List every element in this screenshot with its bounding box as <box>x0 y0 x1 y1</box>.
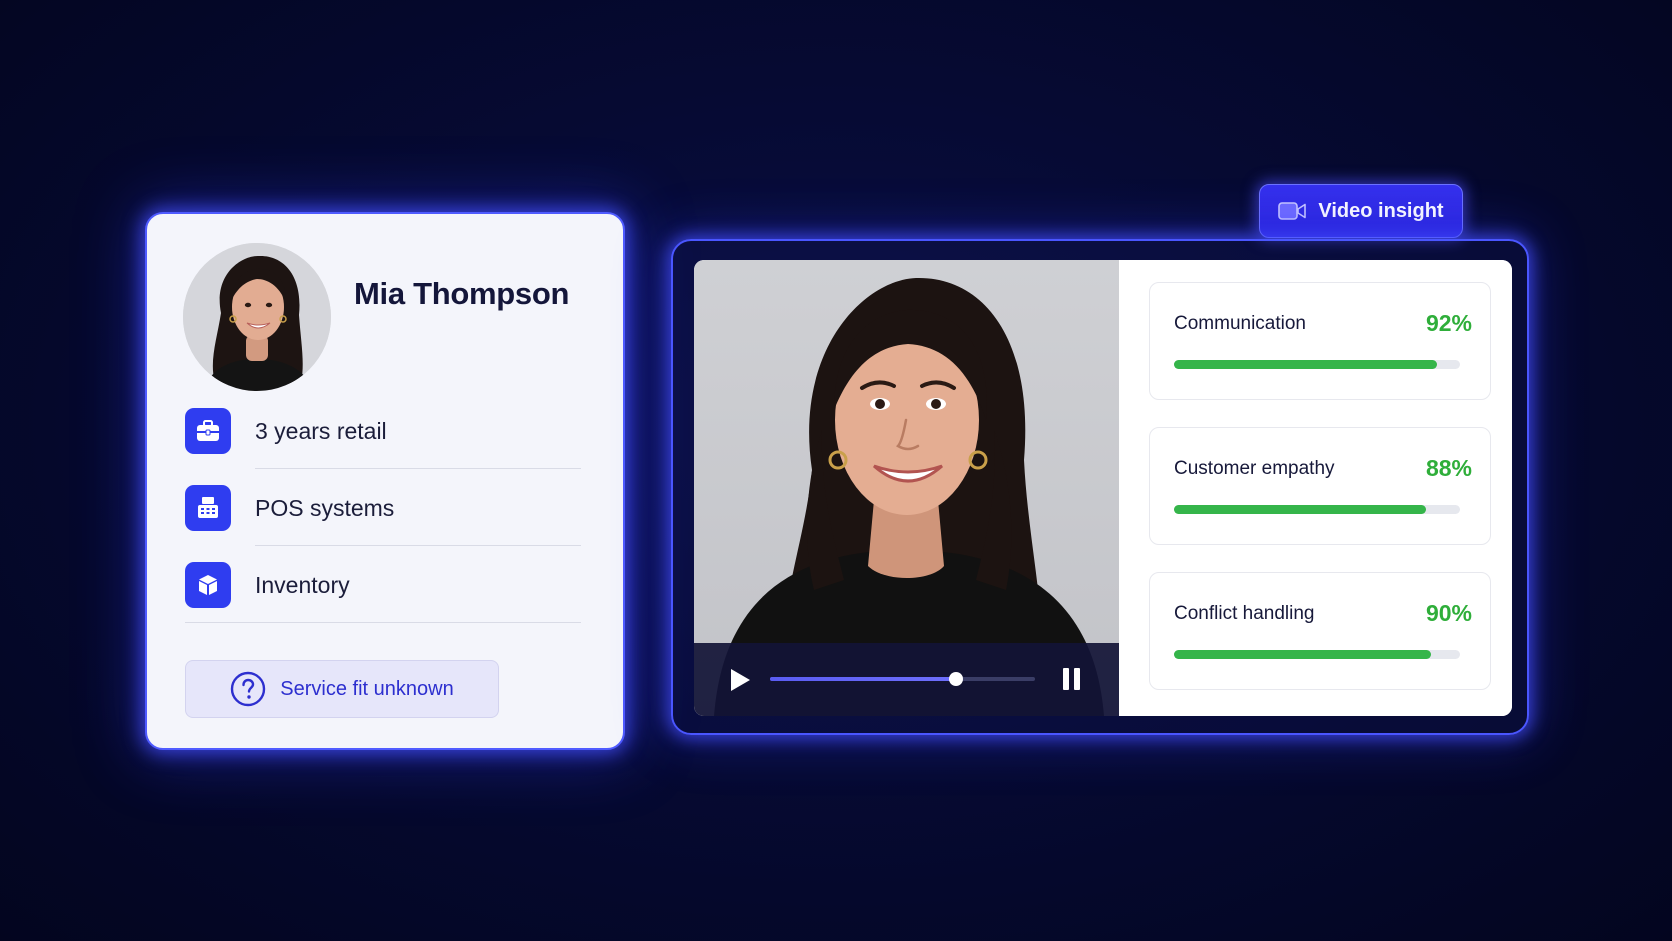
video-controls <box>694 643 1119 716</box>
metric-card-conflict-handling: Conflict handling 90% <box>1149 572 1491 690</box>
candidate-profile-card: Mia Thompson 3 years retail POS systems … <box>145 212 625 750</box>
video-player[interactable] <box>694 260 1119 716</box>
skill-row-pos: POS systems <box>185 485 581 546</box>
service-fit-label: Service fit unknown <box>280 677 454 700</box>
play-icon[interactable] <box>728 667 752 693</box>
skill-row-inventory: Inventory <box>185 562 581 623</box>
metric-bar-fill <box>1174 650 1432 659</box>
metric-value: 88% <box>1425 455 1472 481</box>
pos-register-icon <box>185 485 231 531</box>
metric-card-communication: Communication 92% <box>1149 282 1491 400</box>
pause-icon[interactable] <box>1063 668 1081 690</box>
metric-bar <box>1174 505 1460 514</box>
avatar-photo <box>183 243 331 391</box>
box-icon <box>185 562 231 608</box>
insight-metrics: Communication 92% Customer empathy 88% C… <box>1119 260 1512 716</box>
skill-row-experience: 3 years retail <box>185 408 581 469</box>
metric-bar <box>1174 650 1460 659</box>
video-progress-fill <box>770 677 956 681</box>
video-insight-panel: Communication 92% Customer empathy 88% C… <box>671 239 1529 735</box>
question-circle-icon <box>231 671 266 707</box>
metric-value: 90% <box>1425 600 1472 626</box>
video-progress-bar[interactable] <box>770 672 1035 686</box>
video-camera-icon <box>1278 202 1307 220</box>
video-insight-content: Communication 92% Customer empathy 88% C… <box>694 260 1512 716</box>
metric-bar-fill <box>1174 360 1438 369</box>
divider <box>185 622 581 623</box>
metric-name: Customer empathy <box>1174 458 1335 479</box>
video-insight-label: Video insight <box>1318 199 1444 222</box>
divider <box>255 468 581 469</box>
metric-value: 92% <box>1425 310 1472 336</box>
skill-label: 3 years retail <box>255 418 387 444</box>
briefcase-icon <box>185 408 231 454</box>
metric-card-customer-empathy: Customer empathy 88% <box>1149 427 1491 545</box>
skill-label: Inventory <box>255 572 350 598</box>
divider <box>255 545 581 546</box>
candidate-name: Mia Thompson <box>354 276 570 311</box>
avatar[interactable] <box>183 243 331 391</box>
metric-name: Conflict handling <box>1174 603 1315 624</box>
service-fit-badge[interactable]: Service fit unknown <box>185 660 499 718</box>
skill-label: POS systems <box>255 495 395 521</box>
metric-bar <box>1174 360 1460 369</box>
metric-bar-fill <box>1174 505 1426 514</box>
video-insight-chip[interactable]: Video insight <box>1259 184 1463 238</box>
video-scrubber-handle[interactable] <box>948 672 963 686</box>
metric-name: Communication <box>1174 313 1306 334</box>
